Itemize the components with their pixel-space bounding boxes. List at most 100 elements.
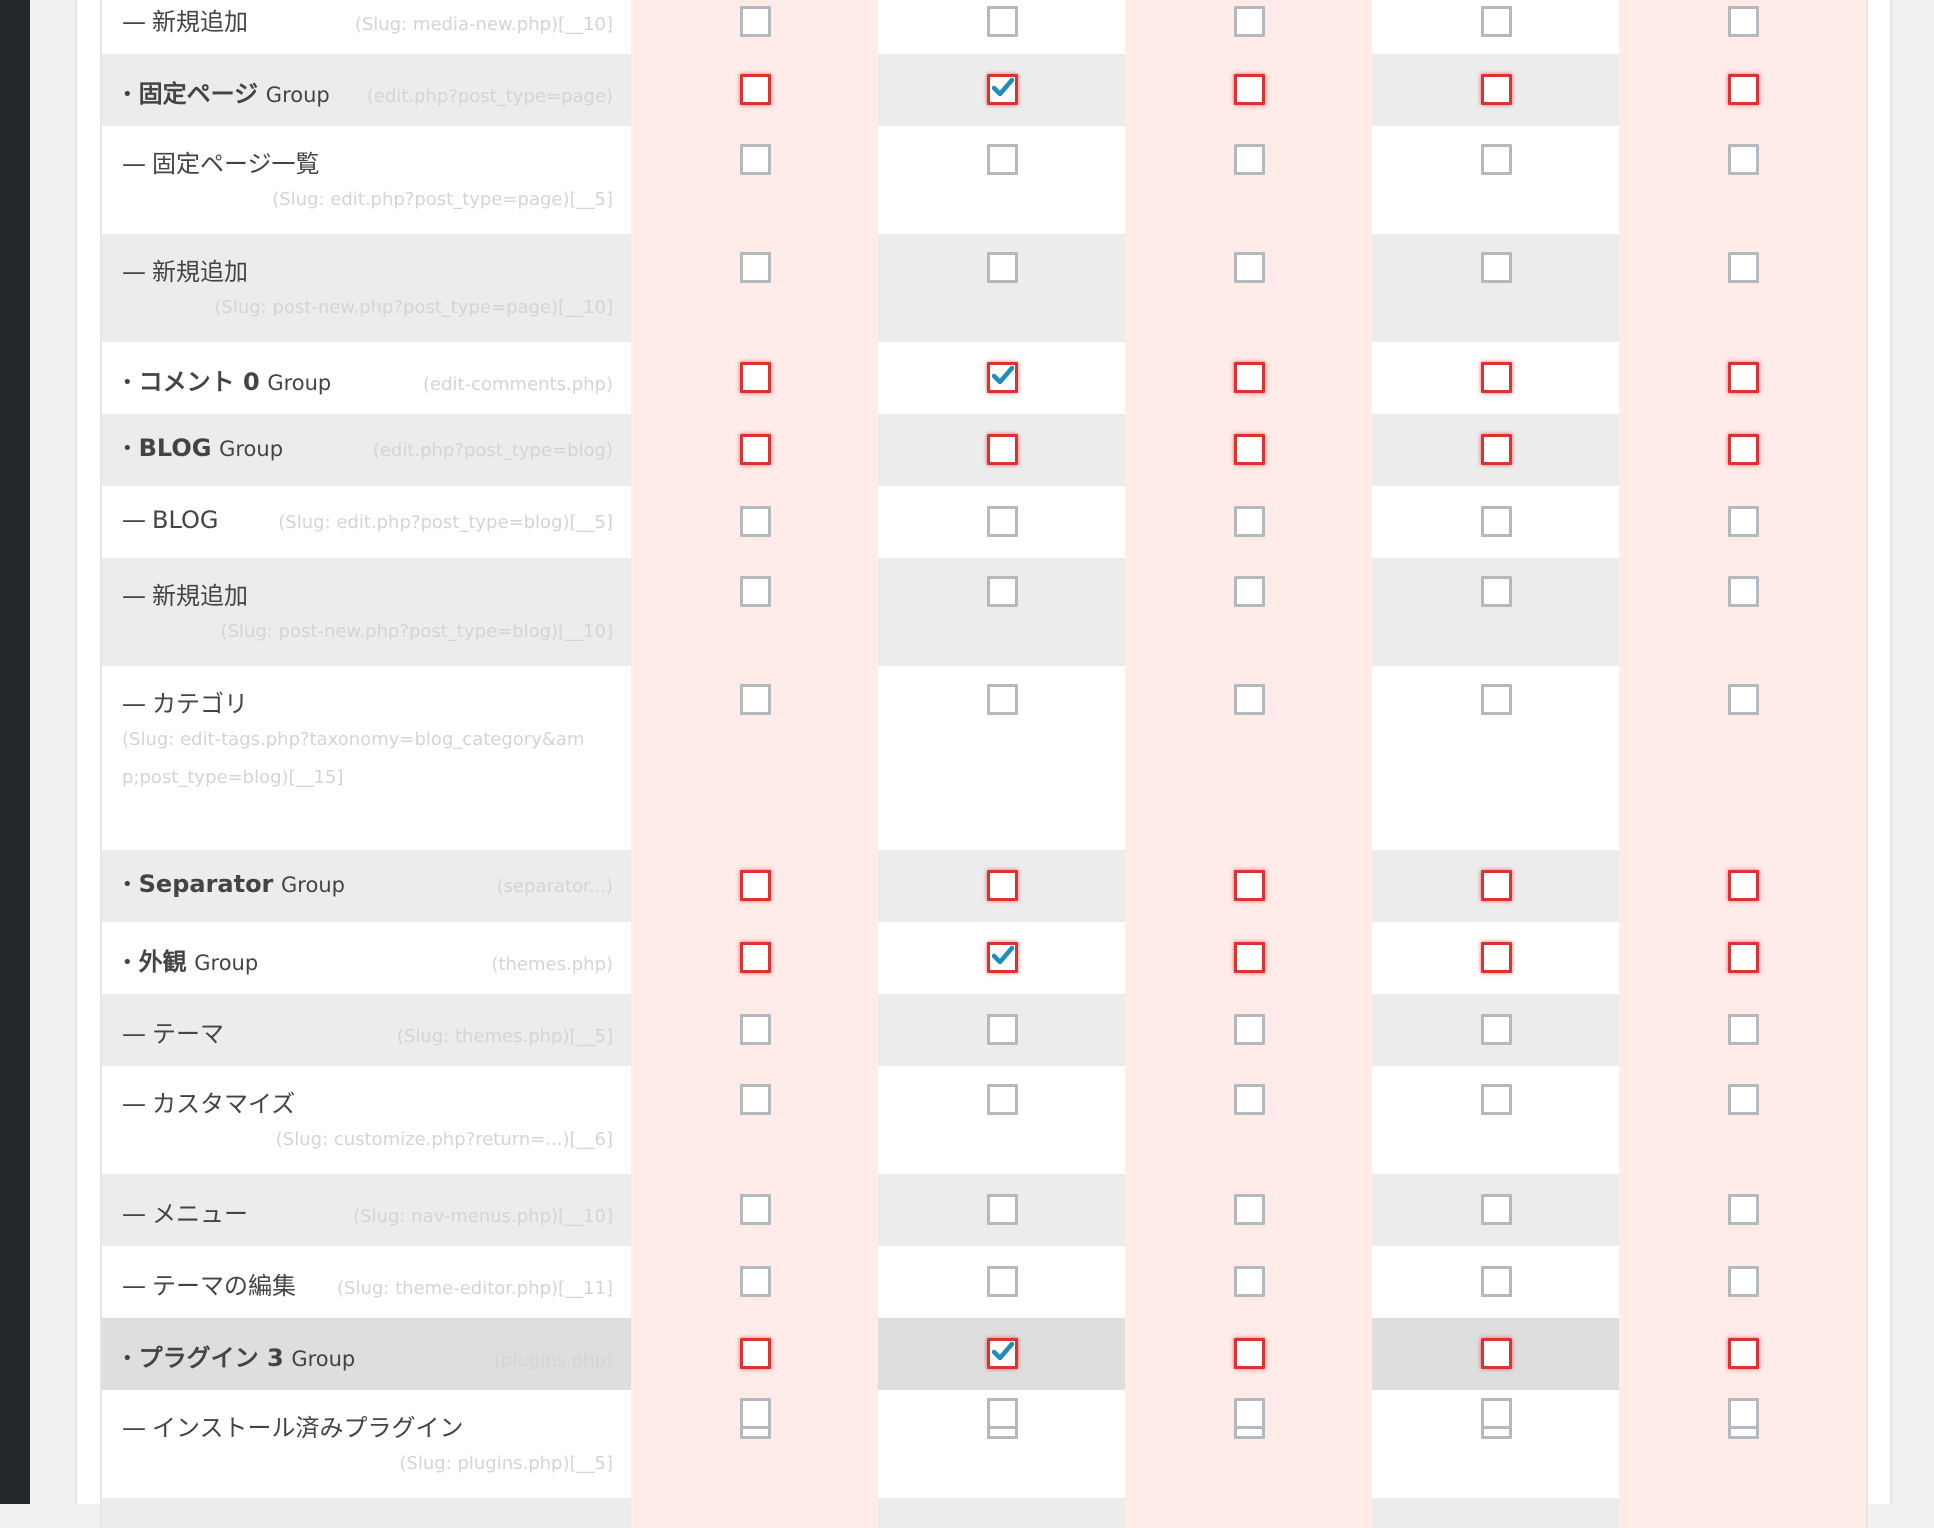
item-permission-checkbox[interactable]: [1727, 576, 1759, 607]
item-permission-checkbox[interactable]: [1727, 1398, 1759, 1429]
role-column-cell: [1619, 342, 1866, 414]
group-permission-checkbox[interactable]: [986, 74, 1018, 105]
group-permission-checkbox[interactable]: [1727, 870, 1759, 901]
menu-item-row: — インストール済みプラグイン (Slug: plugins.php)[__5]: [102, 1390, 1866, 1498]
item-permission-checkbox[interactable]: [1233, 506, 1265, 537]
label-line: — カテゴリ: [122, 666, 613, 719]
group-permission-checkbox[interactable]: [986, 362, 1018, 393]
group-permission-checkbox[interactable]: [986, 1338, 1018, 1369]
item-permission-checkbox[interactable]: [986, 506, 1018, 537]
item-permission-checkbox[interactable]: [739, 1194, 771, 1225]
group-permission-checkbox[interactable]: [1727, 362, 1759, 393]
group-permission-checkbox[interactable]: [1727, 1338, 1759, 1369]
item-permission-checkbox[interactable]: [739, 144, 771, 175]
item-permission-checkbox[interactable]: [1480, 252, 1512, 283]
dash-icon: —: [122, 150, 146, 178]
group-permission-checkbox[interactable]: [986, 942, 1018, 973]
group-permission-checkbox[interactable]: [1727, 434, 1759, 465]
item-permission-checkbox[interactable]: [739, 1398, 771, 1429]
item-permission-checkbox[interactable]: [1233, 1398, 1265, 1429]
item-permission-checkbox[interactable]: [1233, 684, 1265, 715]
group-permission-checkbox[interactable]: [739, 362, 771, 393]
group-permission-checkbox[interactable]: [1233, 74, 1265, 105]
item-permission-checkbox[interactable]: [986, 1194, 1018, 1225]
group-permission-checkbox[interactable]: [1727, 942, 1759, 973]
item-permission-checkbox[interactable]: [739, 684, 771, 715]
item-permission-checkbox[interactable]: [739, 1084, 771, 1115]
dash-icon: —: [122, 1090, 146, 1118]
role-column-cell: [878, 850, 1125, 922]
item-permission-checkbox[interactable]: [1480, 684, 1512, 715]
group-permission-checkbox[interactable]: [986, 870, 1018, 901]
item-permission-checkbox[interactable]: [986, 1266, 1018, 1297]
role-column-cell: [1372, 1318, 1619, 1390]
item-permission-checkbox[interactable]: [1480, 1194, 1512, 1225]
group-permission-checkbox[interactable]: [739, 942, 771, 973]
item-permission-checkbox[interactable]: [1727, 684, 1759, 715]
menu-label: — 新規追加: [122, 2, 248, 37]
item-permission-checkbox[interactable]: [1480, 1266, 1512, 1297]
group-permission-checkbox[interactable]: [739, 1338, 771, 1369]
group-permission-checkbox[interactable]: [1480, 870, 1512, 901]
item-permission-checkbox[interactable]: [1233, 1194, 1265, 1225]
group-permission-checkbox[interactable]: [1480, 1338, 1512, 1369]
item-permission-checkbox[interactable]: [1727, 252, 1759, 283]
item-permission-checkbox[interactable]: [986, 1084, 1018, 1115]
item-permission-checkbox[interactable]: [739, 576, 771, 607]
role-column-cell: [878, 1174, 1125, 1246]
item-permission-checkbox[interactable]: [1480, 6, 1512, 37]
group-permission-checkbox[interactable]: [739, 870, 771, 901]
item-permission-checkbox[interactable]: [1727, 144, 1759, 175]
item-permission-checkbox[interactable]: [739, 6, 771, 37]
item-permission-checkbox[interactable]: [1233, 252, 1265, 283]
group-permission-checkbox[interactable]: [1233, 942, 1265, 973]
item-permission-checkbox[interactable]: [1727, 1194, 1759, 1225]
group-permission-checkbox[interactable]: [1480, 362, 1512, 393]
item-permission-checkbox[interactable]: [739, 506, 771, 537]
item-permission-checkbox[interactable]: [1727, 1084, 1759, 1115]
item-permission-checkbox[interactable]: [1233, 576, 1265, 607]
item-permission-checkbox[interactable]: [986, 576, 1018, 607]
item-name: インストール済みプラグイン: [152, 1414, 464, 1442]
group-permission-checkbox[interactable]: [1233, 1338, 1265, 1369]
menu-slug: (Slug: edit.php?post_type=page)[__5]: [272, 189, 613, 210]
group-permission-checkbox[interactable]: [1480, 942, 1512, 973]
group-permission-checkbox[interactable]: [739, 434, 771, 465]
group-permission-checkbox[interactable]: [1480, 434, 1512, 465]
group-permission-checkbox[interactable]: [1233, 362, 1265, 393]
item-permission-checkbox[interactable]: [739, 1266, 771, 1297]
item-permission-checkbox[interactable]: [986, 6, 1018, 37]
item-permission-checkbox[interactable]: [986, 144, 1018, 175]
item-permission-checkbox[interactable]: [1727, 506, 1759, 537]
group-permission-checkbox[interactable]: [986, 434, 1018, 465]
item-permission-checkbox[interactable]: [986, 684, 1018, 715]
item-permission-checkbox[interactable]: [1727, 6, 1759, 37]
item-permission-checkbox[interactable]: [1480, 506, 1512, 537]
role-column-cell: [631, 558, 878, 666]
item-permission-checkbox[interactable]: [1480, 1398, 1512, 1429]
item-permission-checkbox[interactable]: [1233, 1014, 1265, 1045]
bullet-icon: •: [122, 372, 133, 393]
item-permission-checkbox[interactable]: [1480, 576, 1512, 607]
group-permission-checkbox[interactable]: [1480, 74, 1512, 105]
item-permission-checkbox[interactable]: [1727, 1014, 1759, 1045]
group-permission-checkbox[interactable]: [739, 74, 771, 105]
item-permission-checkbox[interactable]: [1233, 144, 1265, 175]
item-permission-checkbox[interactable]: [1233, 6, 1265, 37]
item-permission-checkbox[interactable]: [986, 252, 1018, 283]
item-permission-checkbox[interactable]: [739, 252, 771, 283]
item-permission-checkbox[interactable]: [1233, 1266, 1265, 1297]
menu-permissions-table: — 新規追加 (Slug: media-new.php)[__10] • 固定ページ G…: [100, 0, 1868, 1528]
item-permission-checkbox[interactable]: [986, 1014, 1018, 1045]
item-permission-checkbox[interactable]: [1480, 144, 1512, 175]
label-line: — テーマの編集 (Slug: theme-editor.php)[__11]: [122, 1246, 613, 1301]
item-permission-checkbox[interactable]: [1727, 1266, 1759, 1297]
item-permission-checkbox[interactable]: [1480, 1084, 1512, 1115]
item-permission-checkbox[interactable]: [1480, 1014, 1512, 1045]
group-permission-checkbox[interactable]: [1727, 74, 1759, 105]
group-permission-checkbox[interactable]: [1233, 434, 1265, 465]
item-permission-checkbox[interactable]: [986, 1398, 1018, 1429]
item-permission-checkbox[interactable]: [739, 1014, 771, 1045]
item-permission-checkbox[interactable]: [1233, 1084, 1265, 1115]
group-permission-checkbox[interactable]: [1233, 870, 1265, 901]
